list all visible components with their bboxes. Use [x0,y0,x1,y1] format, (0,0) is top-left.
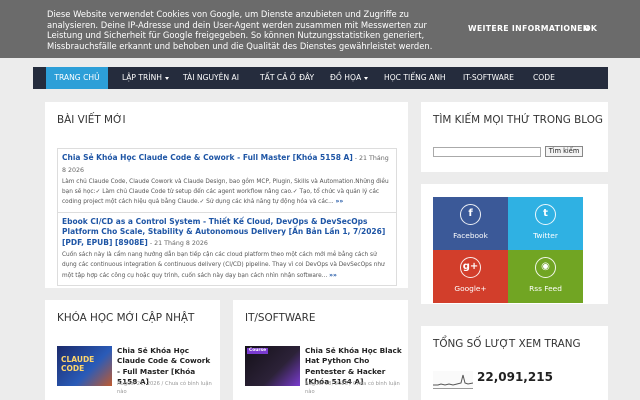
search-widget: TÌM KIẾM MỌI THỨ TRONG BLOG [421,102,608,172]
read-more-link[interactable]: »» [335,198,343,205]
google-plus-link[interactable]: g+ Google+ [433,250,508,303]
twitter-icon: t [535,204,556,225]
thumbnail-text: CLAUDE CODE [61,355,95,373]
post-date: - 21 Tháng 8 2026 [147,239,208,247]
post-title-link[interactable]: Chia Sẻ Khóa Học Claude Code & Cowork - … [62,153,353,162]
more-info-link[interactable]: WEITERE INFORMATIONEN [468,24,590,33]
header-strip [0,58,640,67]
course-badge: Course [247,348,269,354]
it-software-widget: IT/SOFTWARE Course Chia Sẻ Khóa Học Blac… [233,300,408,400]
nav-item-it-software[interactable]: IT-SOFTWARE [463,67,514,89]
read-more-link[interactable]: »» [329,272,337,279]
post-description-block: Làm chủ Claude Code, Claude Cowork và Cl… [62,177,392,208]
social-label: Google+ [454,284,487,293]
recent-posts-widget: BÀI VIẾT MỚI Chia Sẻ Khóa Học Claude Cod… [45,102,408,288]
post-title-link[interactable]: Ebook CI/CD as a Control System - Thiết … [62,217,385,247]
nav-item-label: CODE [533,73,555,82]
sparkline-background [433,371,473,389]
list-item: Ebook CI/CD as a Control System - Thiết … [58,213,396,285]
social-label: Rss Feed [529,284,562,293]
course-thumbnail[interactable]: CLAUDE CODE [57,346,112,386]
nav-item-graphics[interactable]: ĐỒ HỌA [330,67,369,89]
cookie-message: Diese Website verwendet Cookies von Goog… [47,9,433,51]
pageview-count: 22,091,215 [477,370,553,384]
counter-widget-title: TỔNG SỐ LƯỢT XEM TRANG [433,338,581,350]
nav-item-label: TẤT CẢ Ở ĐÂY [260,73,315,82]
search-widget-title: TÌM KIẾM MỌI THỨ TRONG BLOG [433,114,603,126]
nav-item-label: HỌC TIẾNG ANH [384,73,446,82]
nav-item-home[interactable]: TRANG CHỦ [46,67,108,89]
recent-posts-title: BÀI VIẾT MỚI [57,114,126,126]
search-input[interactable] [433,147,541,157]
social-label: Twitter [533,231,558,240]
courses-widget-title: KHÓA HỌC MỚI CẬP NHẬT [57,312,195,324]
post-description-block: Cuốn sách này là cẩm nang hướng dẫn bạn … [62,250,392,281]
list-item: Chia Sẻ Khóa Học Claude Code & Cowork - … [58,149,396,213]
nav-item-code[interactable]: CODE [533,67,555,89]
nav-item-programming[interactable]: LẬP TRÌNH [122,67,169,89]
social-label: Facebook [453,231,488,240]
course-meta: August 18, 2026 / Chưa có bình luận nào [305,381,400,395]
rss-icon: ◉ [535,257,556,278]
cookie-banner: Diese Website verwendet Cookies von Goog… [0,0,640,58]
post-title-line: Chia Sẻ Khóa Học Claude Code & Cowork - … [62,153,392,176]
nav-item-label: TRANG CHỦ [54,73,100,82]
facebook-link[interactable]: f Facebook [433,197,508,250]
nav-item-ai-resources[interactable]: TÀI NGUYÊN AI [183,67,239,89]
course-thumbnail[interactable]: Course [245,346,300,386]
post-title-line: Ebook CI/CD as a Control System - Thiết … [62,217,392,250]
caret-down-icon [164,76,169,80]
search-button[interactable]: Tìm kiếm [545,146,583,157]
rss-feed-link[interactable]: ◉ Rss Feed [508,250,583,303]
google-plus-icon: g+ [460,257,481,278]
nav-item-all-here[interactable]: TẤT CẢ Ở ĐÂY [260,67,314,89]
nav-item-english[interactable]: HỌC TIẾNG ANH [384,67,446,89]
facebook-icon: f [460,204,481,225]
twitter-link[interactable]: t Twitter [508,197,583,250]
course-meta: August 21, 2026 / Chưa có bình luận nào [117,381,212,395]
courses-widget: KHÓA HỌC MỚI CẬP NHẬT CLAUDE CODE Chia S… [45,300,220,400]
nav-item-label: TÀI NGUYÊN AI [183,73,239,82]
nav-item-label: LẬP TRÌNH [122,73,162,82]
nav-item-label: IT-SOFTWARE [463,73,514,82]
cookie-ok-button[interactable]: OK [584,24,597,33]
pageview-counter-widget: TỔNG SỐ LƯỢT XEM TRANG 22,091,215 [421,326,608,400]
caret-down-icon [364,76,369,80]
recent-posts-list: Chia Sẻ Khóa Học Claude Code & Cowork - … [57,148,397,286]
sparkline-chart [433,371,473,389]
main-nav: TRANG CHỦ LẬP TRÌNH TÀI NGUYÊN AI TẤT CẢ… [33,67,608,89]
nav-item-label: ĐỒ HỌA [330,73,362,82]
it-software-widget-title: IT/SOFTWARE [245,312,316,324]
